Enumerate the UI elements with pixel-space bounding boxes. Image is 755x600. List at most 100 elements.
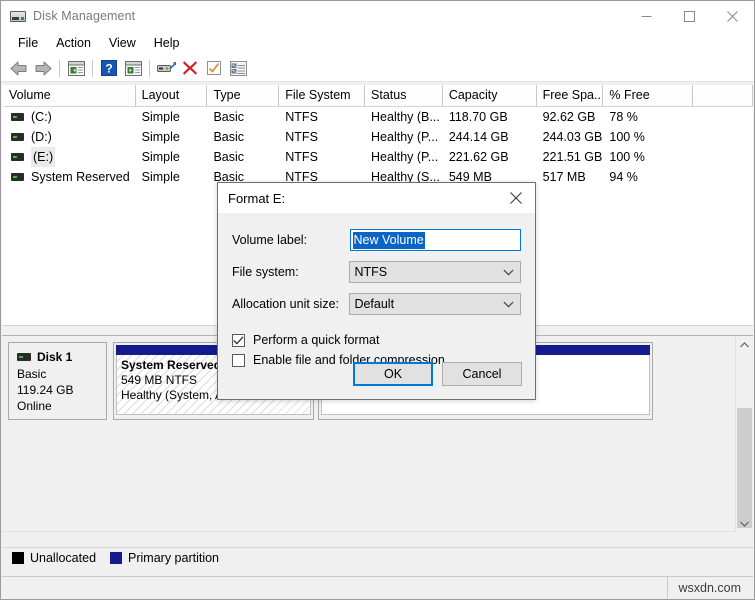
menu-item-view[interactable]: View [100, 33, 145, 53]
minimize-button[interactable] [625, 1, 668, 31]
ok-button[interactable]: OK [353, 362, 433, 386]
cell-volume: System Reserved [3, 167, 136, 187]
cell-free: 94 % [609, 170, 638, 184]
legend-item: Unallocated [12, 551, 96, 565]
window-controls [625, 1, 754, 31]
column-header-capacity[interactable]: Capacity [442, 85, 537, 106]
dialog-body: Volume label: New Volume File system: NTFS A… [218, 213, 535, 367]
toolbar-separator [92, 59, 93, 77]
toolbar: ? [1, 55, 754, 82]
format-dialog: Format E: Volume label: New Volume File sy… [217, 182, 536, 400]
cell-free: 100 % [609, 130, 645, 144]
legend-label: Unallocated [30, 551, 97, 565]
cell-blank [693, 107, 753, 127]
properties-icon[interactable] [202, 57, 226, 80]
partition-name-label: System Reserved [121, 358, 222, 372]
cell-file-system: NTFS [285, 150, 318, 164]
legend: Unallocated Primary partition [2, 547, 753, 568]
help-icon[interactable]: ? [97, 57, 121, 80]
cell-status: Healthy (B... [371, 110, 440, 124]
column-header-volume[interactable]: Volume [3, 85, 136, 106]
dialog-title-bar: Format E: [218, 183, 535, 213]
dialog-spacer [232, 325, 521, 333]
cell-status: Healthy (P... [371, 150, 439, 164]
show-action-pane-icon[interactable] [121, 57, 145, 80]
cell-volume: (C:) [3, 107, 136, 127]
volume-list-body: (C:) Simple Basic NTFS Healthy (B... 118.70 G… [3, 107, 753, 187]
toolbar-separator [59, 59, 60, 77]
cell-blank [693, 127, 753, 147]
menu-item-action[interactable]: Action [47, 33, 100, 53]
all-tasks-icon[interactable] [226, 57, 250, 80]
column-header-file-system[interactable]: File System [279, 85, 366, 106]
quick-format-checkbox[interactable] [232, 333, 245, 347]
disk-info-panel[interactable]: Disk 1 Basic 119.24 GB Online [8, 342, 107, 420]
cell-layout: Simple [141, 110, 180, 124]
svg-text:?: ? [105, 62, 112, 76]
cell-volume: (D:) [3, 127, 136, 147]
chevron-down-icon [503, 294, 514, 314]
column-header-status[interactable]: Status [365, 85, 443, 106]
volume-name-label: (E:) [31, 147, 56, 167]
table-row[interactable]: (C:) Simple Basic NTFS Healthy (B... 118.70 G… [3, 107, 753, 127]
maximize-button[interactable] [668, 1, 711, 31]
legend-label: Primary partition [128, 551, 220, 565]
column-header-free-spa[interactable]: Free Spa... [536, 85, 604, 106]
chevron-down-icon [503, 262, 514, 282]
cell-free-spa: 221.51 GB [542, 150, 603, 164]
column-header-blank[interactable] [693, 85, 753, 106]
field-label: Volume label: [232, 233, 308, 247]
column-header-free[interactable]: % Free [603, 85, 694, 106]
column-header-layout[interactable]: Layout [135, 85, 208, 106]
cancel-button[interactable]: Cancel [442, 362, 522, 386]
volume-name-label: System Reserved [31, 170, 130, 184]
dialog-field-row: File system: NTFS [232, 261, 521, 283]
back-icon[interactable] [7, 57, 31, 80]
compression-checkbox[interactable] [232, 353, 245, 367]
volume-name-label: (C:) [31, 110, 52, 124]
cell-layout: Simple [141, 170, 180, 184]
forward-icon[interactable] [31, 57, 55, 80]
volume-name-label: (D:) [31, 130, 52, 144]
disk-icon [17, 353, 31, 361]
disk-pane-vertical-scrollbar[interactable] [735, 336, 753, 532]
cell-blank [693, 167, 753, 187]
scroll-up-icon[interactable] [736, 336, 753, 353]
file-system-select[interactable]: NTFS [349, 261, 521, 283]
disk-management-window: Disk Management File Action View Help ? Vol… [0, 0, 755, 600]
volume-label-input[interactable]: New Volume [349, 229, 521, 251]
dialog-field-row: Allocation unit size: Default [232, 293, 521, 315]
table-row[interactable]: (E:) Simple Basic NTFS Healthy (P... 221.62 G… [3, 147, 753, 167]
column-header-type[interactable]: Type [207, 85, 280, 106]
close-icon[interactable] [497, 183, 535, 213]
cell-type: Basic [213, 130, 245, 144]
cell-type: Basic [213, 150, 245, 164]
cell-free: 78 % [609, 110, 638, 124]
scrollbar-thumb[interactable] [737, 408, 752, 528]
scroll-down-icon[interactable] [736, 515, 753, 532]
cell-free: 100 % [609, 150, 645, 164]
legend-item: Primary partition [110, 551, 219, 565]
cell-capacity: 221.62 GB [448, 150, 509, 164]
toolbar-separator [149, 59, 150, 77]
volume-label-value: New Volume [352, 232, 425, 249]
cell-layout: Simple [141, 150, 180, 164]
disk-size: 119.24 GB [17, 383, 74, 397]
allocation-unit-size-select[interactable]: Default [349, 293, 521, 315]
show-hide-console-tree-icon[interactable] [64, 57, 88, 80]
table-row[interactable]: (D:) Simple Basic NTFS Healthy (P... 244.14 G… [3, 127, 753, 147]
close-button[interactable] [711, 1, 754, 31]
menu-item-file[interactable]: File [9, 33, 47, 53]
volume-icon [11, 173, 24, 181]
legend-swatch [110, 552, 123, 564]
dialog-checkbox-row[interactable]: Perform a quick format [232, 333, 521, 347]
rescan-disks-icon[interactable] [154, 57, 178, 80]
delete-icon[interactable] [178, 57, 202, 80]
checkbox-label: Perform a quick format [253, 333, 380, 347]
menu-bar: File Action View Help [1, 31, 754, 55]
menu-item-help[interactable]: Help [145, 33, 189, 53]
cell-capacity: 118.70 GB [448, 110, 508, 124]
volume-icon [11, 133, 24, 141]
cell-capacity: 244.14 GB [448, 130, 509, 144]
field-label: File system: [232, 265, 299, 279]
